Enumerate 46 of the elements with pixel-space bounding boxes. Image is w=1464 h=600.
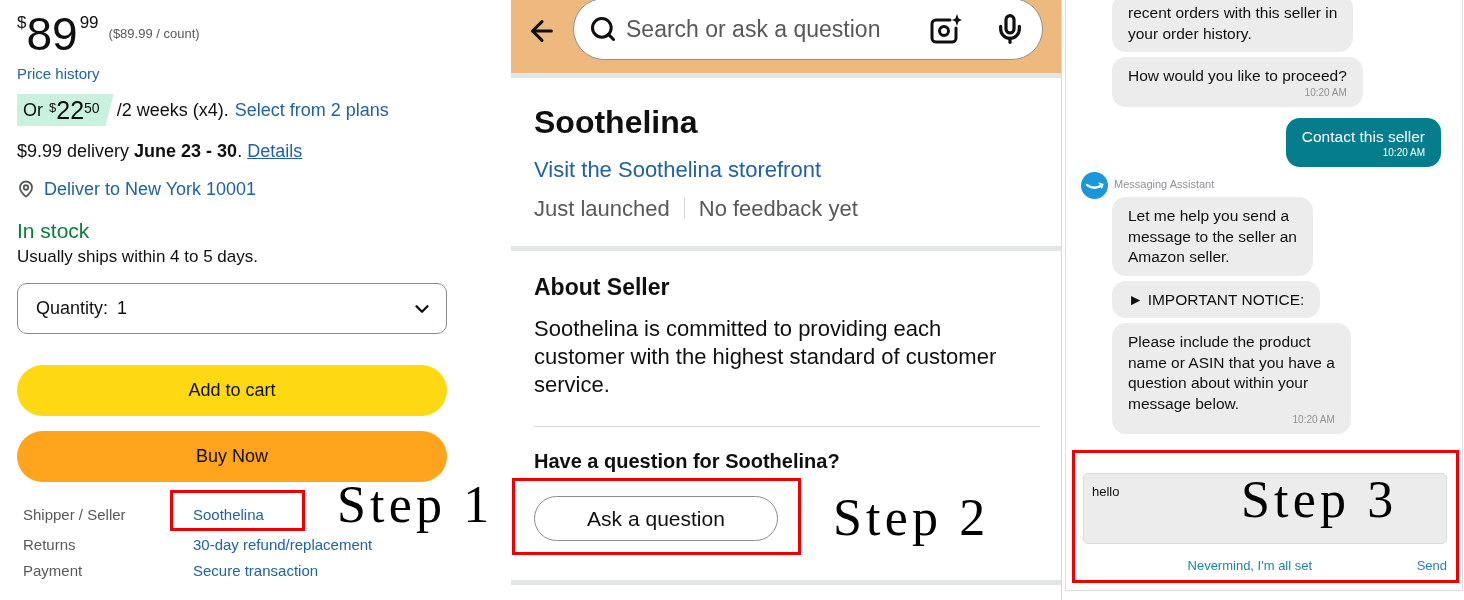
message-time: 10:20 AM xyxy=(1304,86,1347,99)
location-pin-icon xyxy=(17,180,35,198)
question-heading: Have a question for Soothelina? xyxy=(534,449,840,474)
add-to-cart-button[interactable]: Add to cart xyxy=(17,365,447,416)
installment-terms: /2 weeks (x4). xyxy=(116,98,229,122)
nevermind-link[interactable]: Nevermind, I'm all set xyxy=(1187,556,1313,576)
message-text: recent orders with this seller in your order history. xyxy=(1128,3,1338,44)
step-label: Step 1 xyxy=(337,479,494,531)
detail-link[interactable]: Soothelina xyxy=(193,503,264,527)
detail-label: Returns xyxy=(23,534,77,555)
message-text: Please include the product name or ASIN that you have a question about within your message below. xyxy=(1128,332,1335,414)
seller-stat: No feedback yet xyxy=(698,194,858,223)
detail-label: Shipper / Seller xyxy=(23,504,127,525)
shipping-note: Usually ships within 4 to 5 days. xyxy=(17,246,258,269)
smile-avatar-icon xyxy=(1081,172,1108,199)
message-time: 10:20 AM xyxy=(1292,414,1335,426)
select-plans-link[interactable]: Select from 2 plans xyxy=(234,96,389,124)
stock-status: In stock xyxy=(17,218,90,245)
detail-link[interactable]: 30-day refund/replacement xyxy=(193,533,373,557)
storefront-link[interactable]: Visit the Soothelina storefront xyxy=(534,152,821,186)
buy-now-button[interactable]: Buy Now xyxy=(17,431,447,482)
detail-link[interactable]: Secure transaction xyxy=(193,559,319,583)
message-text: Let me help you send a message to the seller an Amazon seller. xyxy=(1128,206,1297,267)
section-heading: About Seller xyxy=(534,272,670,302)
message-time: 10:20 AM xyxy=(1382,147,1425,159)
message-text: How would you like to proceed? xyxy=(1128,66,1347,86)
search-field[interactable]: Search or ask a question xyxy=(573,0,1043,60)
seller-name: Soothelina xyxy=(534,103,698,142)
seller-stat: Just launched xyxy=(534,194,670,223)
message-text: ► IMPORTANT NOTICE: xyxy=(1128,289,1305,310)
sender-name: Messaging Assistant xyxy=(1114,178,1215,191)
send-link[interactable]: Send xyxy=(1416,556,1447,576)
step-label: Step 2 xyxy=(833,492,990,544)
unit-price: ($89.99 / count) xyxy=(108,26,200,42)
deliver-to-link[interactable]: Deliver to New York 10001 xyxy=(44,175,257,203)
details-link[interactable]: Details xyxy=(247,140,303,161)
ask-question-button[interactable]: Ask a question xyxy=(534,496,778,541)
message-text: Contact this seller xyxy=(1301,126,1425,147)
camera-sparkle-icon[interactable] xyxy=(930,14,962,44)
delivery-info: $9.99 delivery June 23 - 30. Details xyxy=(17,139,303,163)
step-label: Step 3 xyxy=(1241,474,1398,526)
price-history-link[interactable]: Price history xyxy=(17,64,100,84)
seller-description: Soothelina is committed to providing each customer with the highest standard of customer service. xyxy=(534,315,998,399)
search-icon xyxy=(589,15,617,43)
quantity-dropdown[interactable]: Quantity: 1 xyxy=(17,283,447,334)
detail-label: Payment xyxy=(23,560,84,581)
